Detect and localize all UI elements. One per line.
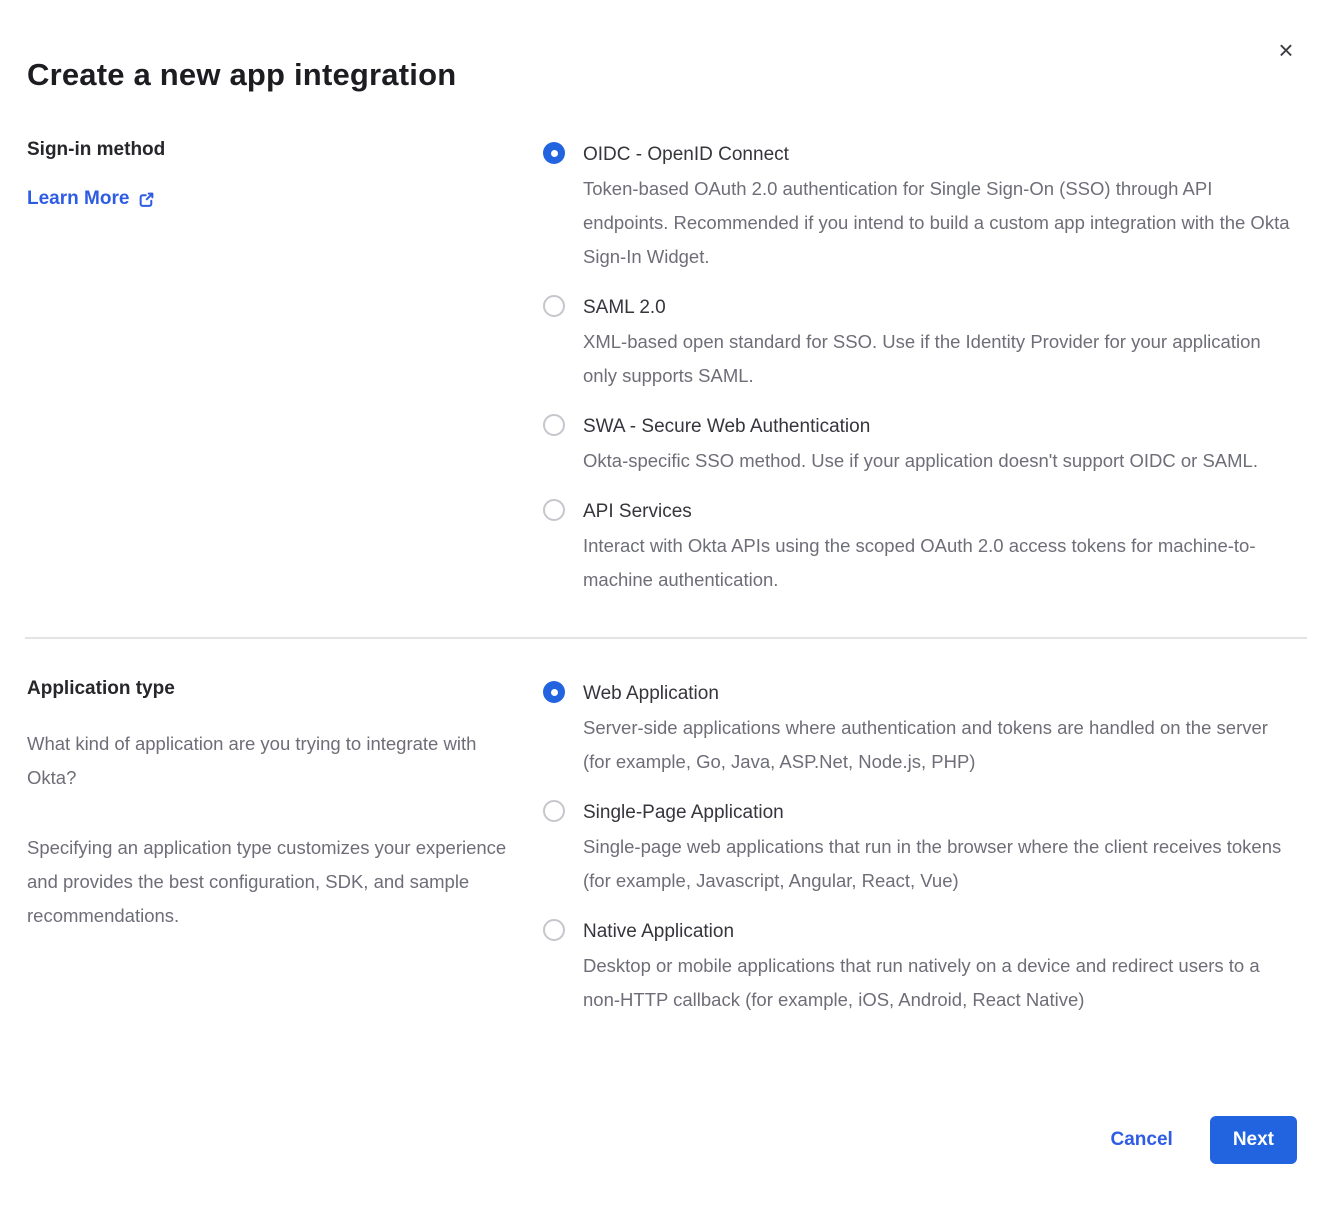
radio-button-icon[interactable]	[543, 142, 565, 164]
close-icon[interactable]: ×	[1270, 34, 1302, 66]
signin-options: OIDC - OpenID Connect Token-based OAuth …	[543, 138, 1297, 597]
signin-method-label: Sign-in method	[27, 138, 513, 162]
radio-option-single-page-application[interactable]: Single-Page Application Single-page web …	[543, 796, 1297, 898]
radio-option-description: Single-page web applications that run in…	[583, 830, 1297, 898]
radio-option-label: OIDC - OpenID Connect	[583, 138, 1297, 172]
radio-button-icon[interactable]	[543, 295, 565, 317]
application-type-explanation: Specifying an application type customize…	[27, 831, 513, 933]
external-link-icon	[138, 191, 155, 208]
radio-button-icon[interactable]	[543, 800, 565, 822]
radio-option-oidc-openid-connect[interactable]: OIDC - OpenID Connect Token-based OAuth …	[543, 138, 1297, 274]
radio-button-icon[interactable]	[543, 414, 565, 436]
radio-option-saml-2-0[interactable]: SAML 2.0 XML-based open standard for SSO…	[543, 291, 1297, 393]
radio-option-description: Server-side applications where authentic…	[583, 711, 1297, 779]
radio-button-icon[interactable]	[543, 499, 565, 521]
radio-button-icon[interactable]	[543, 681, 565, 703]
application-type-label: Application type	[27, 677, 513, 701]
learn-more-link[interactable]: Learn More	[27, 188, 155, 210]
cancel-button[interactable]: Cancel	[1111, 1129, 1173, 1151]
radio-option-swa-secure-web-authentication[interactable]: SWA - Secure Web Authentication Okta-spe…	[543, 410, 1297, 478]
radio-option-label: SAML 2.0	[583, 291, 1297, 325]
dialog-title: Create a new app integration	[0, 0, 1332, 93]
radio-option-web-application[interactable]: Web Application Server-side applications…	[543, 677, 1297, 779]
radio-option-label: Web Application	[583, 677, 1297, 711]
radio-option-description: Interact with Okta APIs using the scoped…	[583, 529, 1297, 597]
radio-option-description: Okta-specific SSO method. Use if your ap…	[583, 444, 1297, 478]
application-type-question: What kind of application are you trying …	[27, 727, 513, 795]
radio-option-label: API Services	[583, 495, 1297, 529]
dialog-footer: Cancel Next	[1111, 1116, 1298, 1164]
radio-option-native-application[interactable]: Native Application Desktop or mobile app…	[543, 915, 1297, 1017]
radio-option-label: SWA - Secure Web Authentication	[583, 410, 1297, 444]
radio-option-label: Single-Page Application	[583, 796, 1297, 830]
section-divider	[25, 637, 1307, 639]
signin-method-section: Sign-in method Learn More OIDC - OpenID …	[0, 138, 1332, 597]
radio-option-description: Desktop or mobile applications that run …	[583, 949, 1297, 1017]
radio-option-label: Native Application	[583, 915, 1297, 949]
next-button[interactable]: Next	[1210, 1116, 1297, 1164]
radio-option-description: XML-based open standard for SSO. Use if …	[583, 325, 1297, 393]
radio-option-api-services[interactable]: API Services Interact with Okta APIs usi…	[543, 495, 1297, 597]
application-type-section: Application type What kind of applicatio…	[0, 677, 1332, 1017]
learn-more-label: Learn More	[27, 188, 129, 210]
create-app-integration-dialog: × Create a new app integration Sign-in m…	[0, 0, 1332, 1210]
radio-option-description: Token-based OAuth 2.0 authentication for…	[583, 172, 1297, 274]
radio-button-icon[interactable]	[543, 919, 565, 941]
apptype-options: Web Application Server-side applications…	[543, 677, 1297, 1017]
